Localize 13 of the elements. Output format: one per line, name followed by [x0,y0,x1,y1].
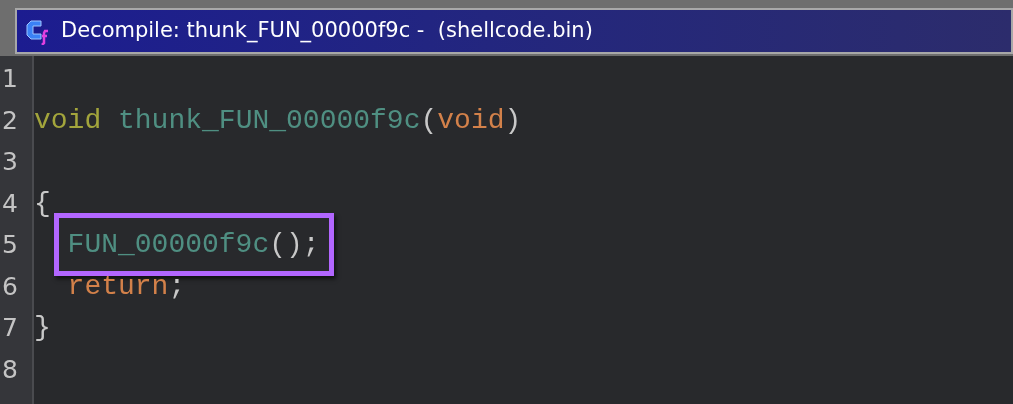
line-number: 3 [1,146,19,178]
code-line: { [34,186,51,221]
line-number: 6 [1,270,19,303]
highlighted-code: FUN_00000f9c(); [53,213,334,277]
line-number: 5 [1,229,19,261]
line-number: 2 [1,104,19,137]
line-number: 4 [1,187,19,220]
line-number: 7 [1,312,19,344]
window-title: Decompile: thunk_FUN_00000f9c - (shellcode.bin) [61,17,593,45]
code-line: } [34,311,51,345]
line-number: 8 [1,353,19,386]
line-number: 1 [1,63,19,95]
code-line: void thunk_FUN_00000f9c(void) [34,103,522,138]
